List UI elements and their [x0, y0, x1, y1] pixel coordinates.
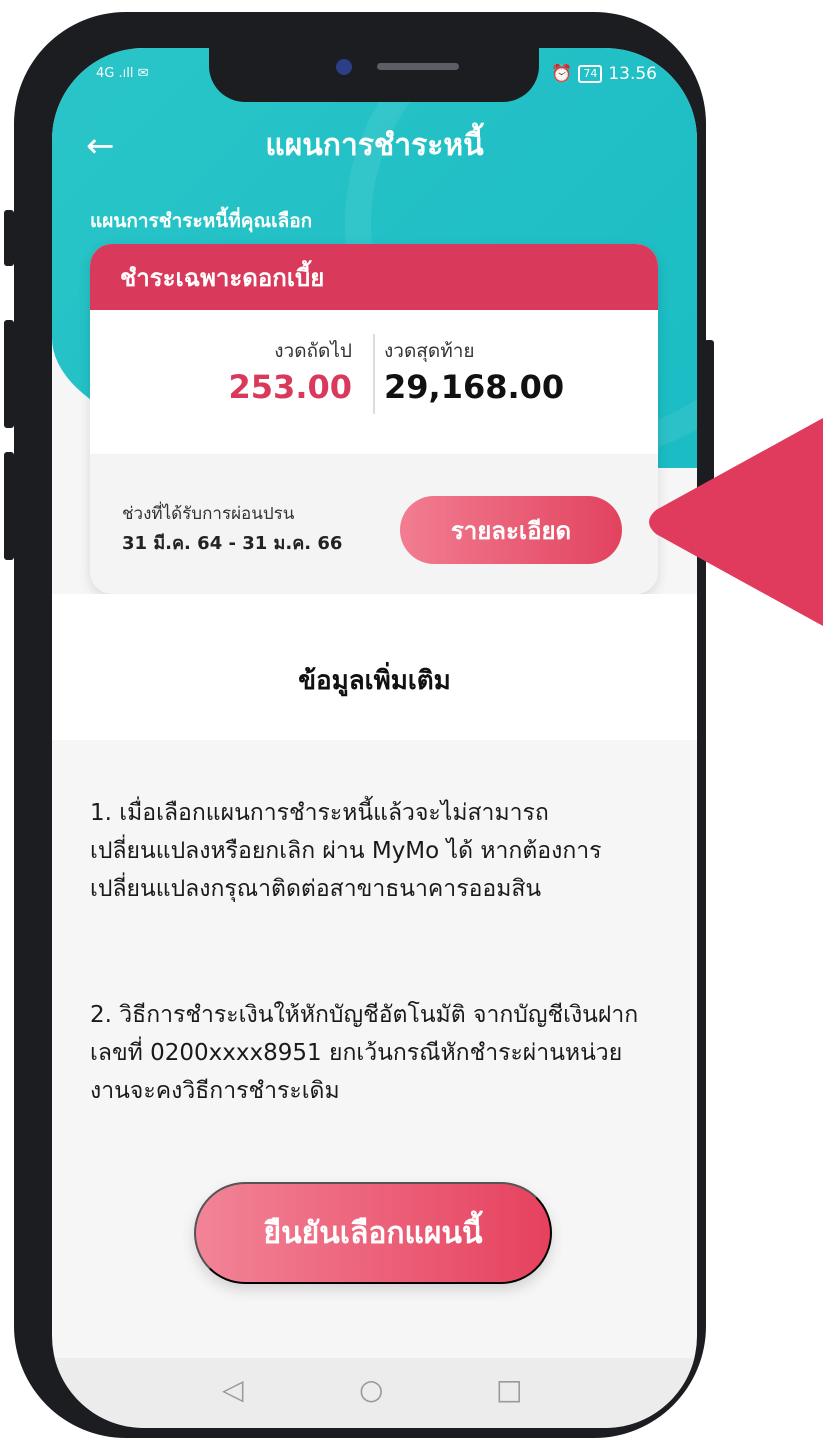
additional-info-title: ข้อมูลเพิ่มเติม: [298, 666, 451, 696]
clock-time: 13.56: [608, 64, 657, 84]
relief-period-value: 31 มี.ค. 64 - 31 ม.ค. 66: [122, 533, 343, 554]
side-button: [4, 320, 14, 428]
side-button: [4, 452, 14, 560]
plan-card: ชำระเฉพาะดอกเบี้ย งวดถัดไป 253.00 งวดสุด…: [90, 244, 658, 594]
info-note-1: 1. เมื่อเลือกแผนการชำระหนี้แล้วจะไม่สามา…: [90, 800, 602, 902]
relief-period-label: ช่วงที่ได้รับการผ่อนปรน: [122, 504, 295, 524]
system-nav-bar: ◁ ○ □: [52, 1358, 697, 1428]
nav-back-icon[interactable]: ◁: [222, 1372, 244, 1408]
info-note-2: 2. วิธีการชำระเงินให้หักบัญชีอัตโนมัติ จ…: [90, 1002, 639, 1104]
nav-home-icon[interactable]: ○: [359, 1372, 383, 1408]
next-installment-amount: 253.00: [228, 368, 352, 406]
last-installment-amount: 29,168.00: [384, 368, 565, 406]
app-screen: 4G .ıll ✉ ⏰ 74 13.56 ← แผนการชำระหนี้ แผ…: [52, 48, 697, 1428]
alarm-icon: ⏰: [551, 64, 573, 84]
divider: [373, 334, 375, 414]
last-installment: งวดสุดท้าย 29,168.00: [384, 336, 564, 406]
side-button: [4, 210, 14, 266]
next-installment: งวดถัดไป 253.00: [229, 336, 352, 406]
pointer-arrow-icon: [649, 418, 823, 626]
next-installment-label: งวดถัดไป: [274, 340, 352, 362]
status-right: ⏰ 74 13.56: [551, 64, 657, 84]
details-button[interactable]: รายละเอียด: [400, 496, 622, 564]
confirm-plan-button[interactable]: ยืนยันเลือกแผนนี้: [194, 1182, 552, 1284]
phone-frame: 4G .ıll ✉ ⏰ 74 13.56 ← แผนการชำระหนี้ แผ…: [4, 12, 714, 1438]
selected-plan-label: แผนการชำระหนี้ที่คุณเลือก: [90, 210, 313, 232]
last-installment-label: งวดสุดท้าย: [384, 340, 475, 362]
plan-amounts: งวดถัดไป 253.00 งวดสุดท้าย 29,168.00: [90, 310, 658, 454]
camera-icon: [336, 59, 352, 75]
speaker-icon: [377, 63, 459, 70]
top-bar: ← แผนการชำระหนี้: [52, 120, 697, 180]
phone-notch: [209, 48, 539, 102]
signal-icon: 4G .ıll ✉: [96, 66, 149, 81]
nav-recent-icon[interactable]: □: [496, 1372, 522, 1408]
plan-card-title: ชำระเฉพาะดอกเบี้ย: [90, 244, 658, 310]
page-title: แผนการชำระหนี้: [265, 128, 484, 163]
battery-icon: 74: [578, 65, 603, 83]
plan-card-footer: ช่วงที่ได้รับการผ่อนปรน 31 มี.ค. 64 - 31…: [90, 454, 658, 594]
